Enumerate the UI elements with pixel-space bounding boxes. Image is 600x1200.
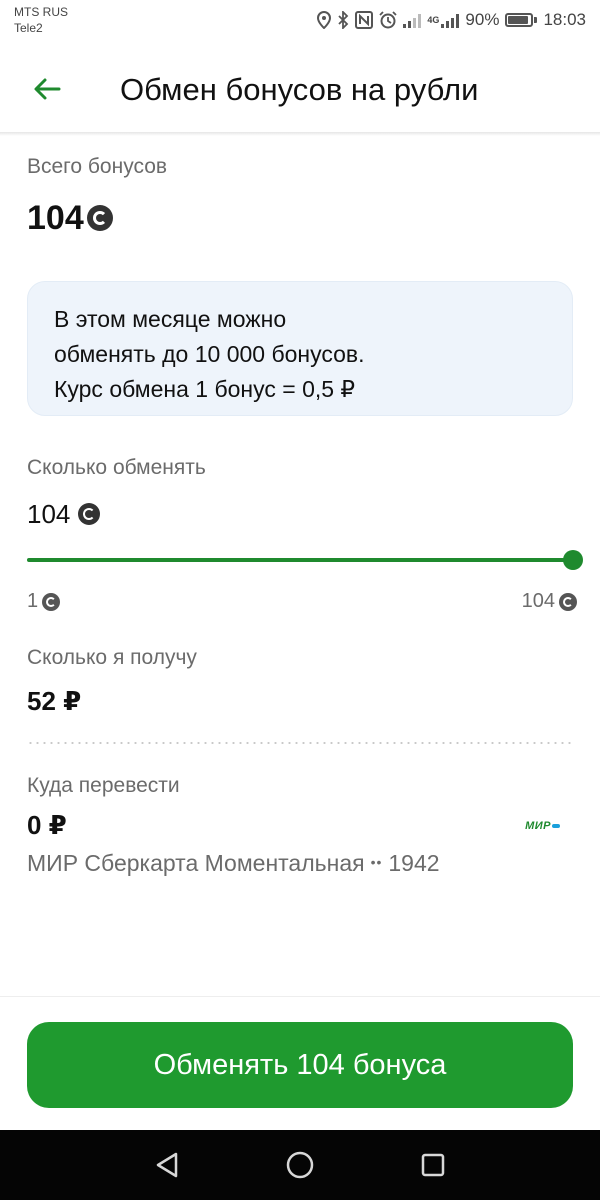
exchange-amount-value[interactable]: 104 xyxy=(27,499,70,530)
exchange-amount-label: Сколько обменять xyxy=(27,456,206,479)
exchange-slider-track[interactable] xyxy=(27,558,573,562)
slider-min-label: 1 xyxy=(27,590,61,613)
receive-amount-label: Сколько я получу xyxy=(27,646,197,669)
slider-max-label: 104 xyxy=(522,590,577,613)
nav-back-button[interactable] xyxy=(152,1150,182,1180)
nav-back-triangle-icon xyxy=(156,1152,178,1178)
card-name: МИР Сберкарта Моментальная xyxy=(27,850,365,876)
total-bonuses-value: 104 xyxy=(27,198,84,237)
exchange-amount-row[interactable]: 104 xyxy=(27,498,101,530)
nav-home-button[interactable] xyxy=(285,1150,315,1180)
signal-2-icon xyxy=(441,12,460,28)
status-bar: MTS RUS Tele2 4G 90% 18:03 xyxy=(0,0,600,44)
carrier-1: MTS RUS xyxy=(14,5,68,19)
card-last4: 1942 xyxy=(388,850,440,876)
transfer-label: Куда перевести xyxy=(27,774,180,797)
nav-recents-square-icon xyxy=(421,1153,445,1177)
system-nav-bar xyxy=(0,1130,600,1200)
app-header: Обмен бонусов на рубли xyxy=(0,44,600,134)
bonus-coin-icon xyxy=(78,503,101,525)
info-line-2: обменять до 10 000 бонусов. xyxy=(54,341,365,367)
bonus-coin-icon xyxy=(559,592,577,611)
header-shadow xyxy=(0,132,600,136)
back-button[interactable] xyxy=(24,66,70,112)
exchange-info-box: В этом месяце можно обменять до 10 000 б… xyxy=(27,281,573,416)
carrier-2: Tele2 xyxy=(14,21,43,35)
nav-home-circle-icon xyxy=(286,1151,314,1179)
slider-max-value: 104 xyxy=(521,590,555,612)
receive-amount-value: 52 ₽ xyxy=(27,686,82,716)
bluetooth-icon xyxy=(337,11,349,29)
screen: MTS RUS Tele2 4G 90% 18:03 Обмен бонусов… xyxy=(0,0,600,1200)
location-icon xyxy=(317,11,332,29)
mir-logo-text: МИР xyxy=(525,820,551,832)
total-bonuses-label: Всего бонусов xyxy=(27,155,168,178)
dotted-divider xyxy=(27,742,573,744)
battery-icon xyxy=(505,13,538,27)
slider-min-value: 1 xyxy=(27,590,39,612)
carriers: MTS RUS Tele2 xyxy=(14,4,68,36)
nav-recents-button[interactable] xyxy=(418,1150,448,1180)
arrow-left-icon xyxy=(34,78,61,100)
total-bonuses-value-row: 104 xyxy=(27,198,113,238)
card-mask-dots: •• xyxy=(370,853,383,870)
nfc-icon xyxy=(355,11,374,29)
info-line-1: В этом месяце можно xyxy=(54,306,287,332)
card-balance: 0 ₽ xyxy=(27,810,67,840)
info-line-3: Курс обмена 1 бонус = 0,5 ₽ xyxy=(54,376,356,402)
bonus-coin-icon xyxy=(86,205,113,231)
exchange-slider-thumb[interactable] xyxy=(563,550,583,570)
battery-percent: 90% xyxy=(465,10,500,29)
mir-card-logo: МИР xyxy=(525,820,560,832)
bonus-coin-icon xyxy=(42,592,61,611)
exchange-button-label: Обменять 104 бонуса xyxy=(153,1048,447,1081)
network-tag: 4G xyxy=(427,14,440,25)
exchange-button[interactable]: Обменять 104 бонуса xyxy=(27,1022,573,1108)
card-selector[interactable]: МИР Сберкарта Моментальная •• 1942 xyxy=(27,850,440,877)
alarm-icon xyxy=(379,11,398,29)
page-title: Обмен бонусов на рубли xyxy=(120,72,479,107)
clock: 18:03 xyxy=(543,10,586,29)
status-icons: 4G 90% 18:03 xyxy=(317,8,586,32)
signal-1-icon xyxy=(403,12,422,28)
bottom-divider xyxy=(0,996,600,997)
